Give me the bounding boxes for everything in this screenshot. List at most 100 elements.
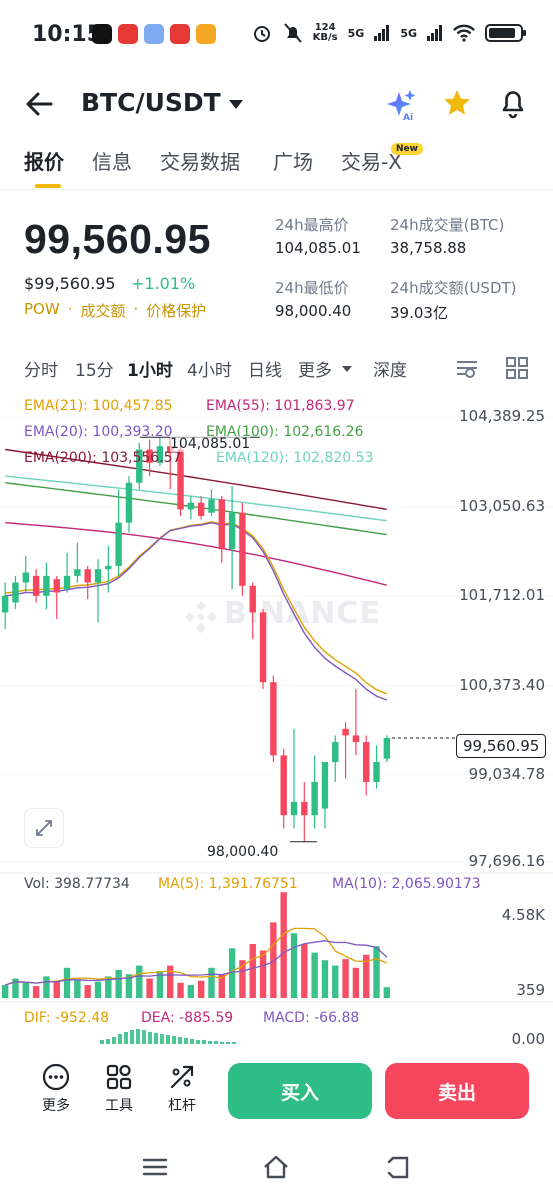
volume-bar (301, 944, 308, 998)
back-nav-icon[interactable] (385, 1153, 413, 1181)
tab-trading-data[interactable]: 交易数据 (160, 146, 240, 175)
back-arrow-icon[interactable] (24, 90, 54, 118)
pair-dropdown-caret-icon[interactable] (229, 100, 243, 109)
active-tab-indicator (35, 184, 61, 188)
candle-body (332, 742, 339, 763)
menu-icon[interactable] (141, 1153, 169, 1181)
candle-body (383, 738, 391, 759)
header: BTC/USDT Ai (0, 78, 553, 130)
macd-histogram-bar (118, 1034, 122, 1044)
tf-line[interactable]: 分时 (24, 356, 58, 381)
layout-grid-icon[interactable] (505, 356, 529, 380)
volume-bar (22, 982, 29, 998)
volume-bar (311, 952, 318, 998)
ema20-legend: EMA(20): 100,393.20 (24, 424, 173, 440)
tf-1h[interactable]: 1小时 (127, 356, 173, 381)
favorite-star-icon[interactable] (442, 88, 472, 118)
macd-histogram-bar (148, 1032, 152, 1044)
tf-4h[interactable]: 4小时 (187, 356, 232, 381)
signal-icon (374, 25, 390, 41)
buy-button[interactable]: 买入 (228, 1063, 372, 1119)
tf-depth[interactable]: 深度 (373, 356, 407, 381)
candle-body (43, 575, 50, 596)
macd-axis-zero: 0.00 (511, 1030, 545, 1048)
candle-body (228, 512, 236, 550)
tools-button[interactable]: 工具 (96, 1063, 142, 1115)
candle-body (311, 781, 318, 816)
macd-histogram-bar (184, 1038, 188, 1044)
macd-histogram-bar (166, 1035, 170, 1044)
alarm-icon (253, 26, 270, 42)
candle-body (74, 569, 81, 576)
candle-body (12, 582, 19, 603)
volume-ma5-line (5, 927, 388, 986)
macd-histogram-bar (100, 1040, 104, 1044)
status-indicators: 124 KB/s 5G 5G (251, 22, 526, 44)
tools-grid-icon (106, 1064, 132, 1090)
tag-volume[interactable]: 成交额 (80, 300, 125, 321)
y-tick-2: 103,050.63 (459, 497, 545, 515)
candle-body (105, 565, 112, 570)
more-button[interactable]: 更多 (33, 1063, 79, 1115)
high-24h-value: 104,085.01 (275, 239, 361, 257)
timeframe-bar: 分时 15分 1小时 4小时 日线 更多 深度 (0, 352, 553, 388)
high-annotation: 104,085.01 (170, 436, 251, 452)
candle-body (373, 762, 380, 782)
volume-bar (146, 978, 153, 998)
volume-bar (177, 982, 184, 998)
volume-bar (43, 976, 50, 998)
more-caret-icon[interactable] (342, 366, 352, 372)
y-tick-1: 104,389.25 (459, 407, 545, 425)
volume-bar (32, 986, 40, 998)
notification-bell-icon[interactable] (498, 86, 528, 120)
current-price-tag: 99,560.95 (456, 734, 547, 758)
home-icon[interactable] (262, 1153, 290, 1181)
net-speed-unit: KB/s (312, 32, 338, 43)
fullscreen-button[interactable] (24, 808, 64, 848)
tag-pow[interactable]: POW (24, 300, 60, 321)
ema200-legend: EMA(200): 103,556.57 (24, 450, 182, 466)
volume-bar (352, 967, 360, 998)
x-app-icon (92, 24, 112, 44)
mute-bell-icon (283, 23, 302, 43)
tf-more[interactable]: 更多 (298, 356, 332, 381)
signal-5g-2: 5G (400, 26, 417, 40)
volume-bar (187, 985, 195, 998)
volume-bar (53, 981, 60, 998)
tab-info[interactable]: 信息 (92, 146, 132, 175)
volume-bar (84, 985, 91, 998)
new-badge: New (391, 143, 423, 155)
macd-histogram-bar (136, 1029, 140, 1044)
tf-15m[interactable]: 15分 (75, 356, 114, 381)
macd-histogram-bar (232, 1042, 236, 1044)
kline-chart[interactable]: BINANCE EMA(21): 100,457.85 EMA(55): 101… (0, 390, 553, 1050)
indicator-settings-icon[interactable] (455, 356, 479, 380)
pair-title[interactable]: BTC/USDT (81, 88, 221, 117)
price-summary: 99,560.95 $99,560.95 +1.01% POW · 成交额 · … (0, 192, 553, 342)
candle-body (249, 585, 256, 613)
volume-bar (290, 933, 298, 998)
tab-quote[interactable]: 报价 (24, 146, 64, 175)
leverage-button[interactable]: 杠杆 (159, 1063, 205, 1115)
candle-body (187, 502, 195, 510)
sell-button[interactable]: 卖出 (385, 1063, 529, 1119)
volume-bar (63, 967, 71, 998)
tag-separator: · (67, 300, 73, 318)
expand-icon (36, 820, 52, 836)
candle-body (22, 572, 29, 583)
candle-body (280, 755, 287, 816)
volume-bar (373, 946, 380, 998)
high-24h-label: 24h最高价 (275, 216, 349, 234)
svg-text:Ai: Ai (403, 113, 413, 122)
volume-bar (259, 950, 267, 998)
tf-1d[interactable]: 日线 (248, 356, 282, 381)
ema120-line (5, 475, 387, 522)
macd-histogram-bar (208, 1041, 212, 1044)
ai-sparkle-icon[interactable]: Ai (386, 88, 418, 122)
y-tick-4: 100,373.40 (459, 676, 545, 694)
mail-app-icon (196, 24, 216, 44)
tab-square[interactable]: 广场 (273, 146, 313, 175)
tag-price-protection[interactable]: 价格保护 (146, 300, 206, 321)
ema55-legend: EMA(55): 101,863.97 (206, 398, 355, 414)
vol-usdt-value: 39.03亿 (390, 304, 448, 322)
